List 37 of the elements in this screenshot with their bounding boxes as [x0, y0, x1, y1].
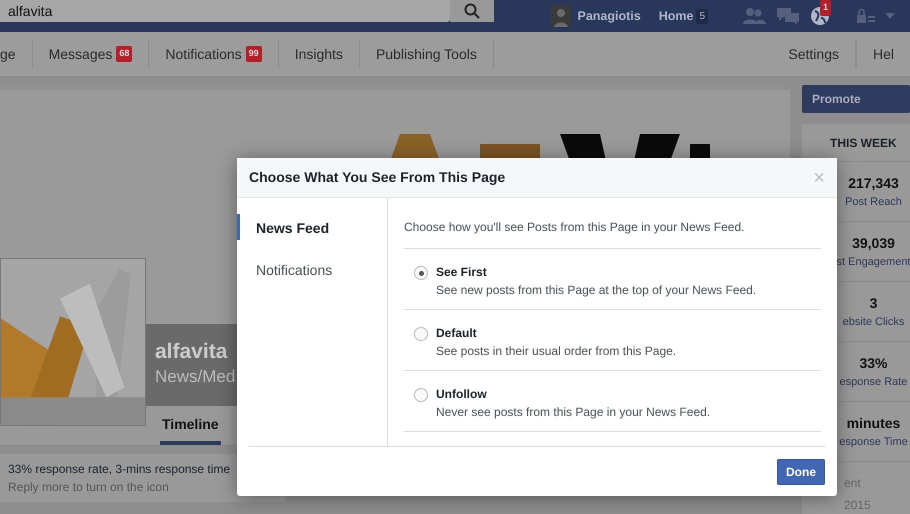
count-badge: 68 [116, 46, 132, 62]
stat-label: esponse Time [839, 434, 908, 450]
page-nav-tab[interactable]: Settings [772, 39, 856, 69]
home-link[interactable]: Home [658, 6, 694, 26]
done-button[interactable]: Done [777, 459, 825, 485]
home-count: 5 [696, 8, 708, 24]
avatar-icon[interactable] [551, 5, 572, 27]
stat-label: esponse Rate [840, 374, 908, 390]
page-nav-tab[interactable]: Publishing Tools [360, 39, 494, 69]
stat-value: minutes [846, 414, 900, 433]
promote-button[interactable]: Promote [802, 85, 910, 113]
stat-value: 217,343 [848, 174, 899, 193]
response-text: 33% response rate, 3-mins response time [8, 461, 232, 478]
messages-icon[interactable] [776, 7, 800, 25]
count-badge: 99 [246, 46, 262, 62]
stat-value: 33% [859, 354, 888, 373]
stat-label: st Engagement [836, 254, 910, 270]
page-nav-tab[interactable]: ge [0, 39, 33, 69]
timeline-tab[interactable]: Timeline [160, 406, 221, 445]
search-button[interactable] [450, 0, 494, 22]
page-nav-tab[interactable]: Insights [278, 39, 360, 69]
profile-link[interactable]: Panagiotis [577, 6, 641, 26]
caret-icon[interactable] [884, 12, 896, 20]
page-nav-tab[interactable]: Hel [856, 39, 910, 69]
friends-icon[interactable] [742, 7, 766, 25]
lock-icon[interactable] [856, 8, 876, 24]
option-description: Never see posts from this Page in your News Feed. [436, 404, 710, 421]
search-field[interactable]: alfavita [0, 0, 450, 22]
notification-badge: 1 [820, 0, 832, 16]
stat-label: Post Reach [845, 194, 902, 210]
stat-value: 39,039 [852, 234, 895, 253]
page-nav-tab[interactable]: Messages 68 [32, 39, 150, 69]
stat-label: ebsite Clicks [842, 314, 904, 330]
search-icon [464, 3, 480, 19]
page-nav-tab[interactable]: Notifications 99 [149, 39, 279, 69]
response-hint: Reply more to turn on the icon [8, 479, 170, 496]
stat-value: 3 [870, 294, 878, 313]
